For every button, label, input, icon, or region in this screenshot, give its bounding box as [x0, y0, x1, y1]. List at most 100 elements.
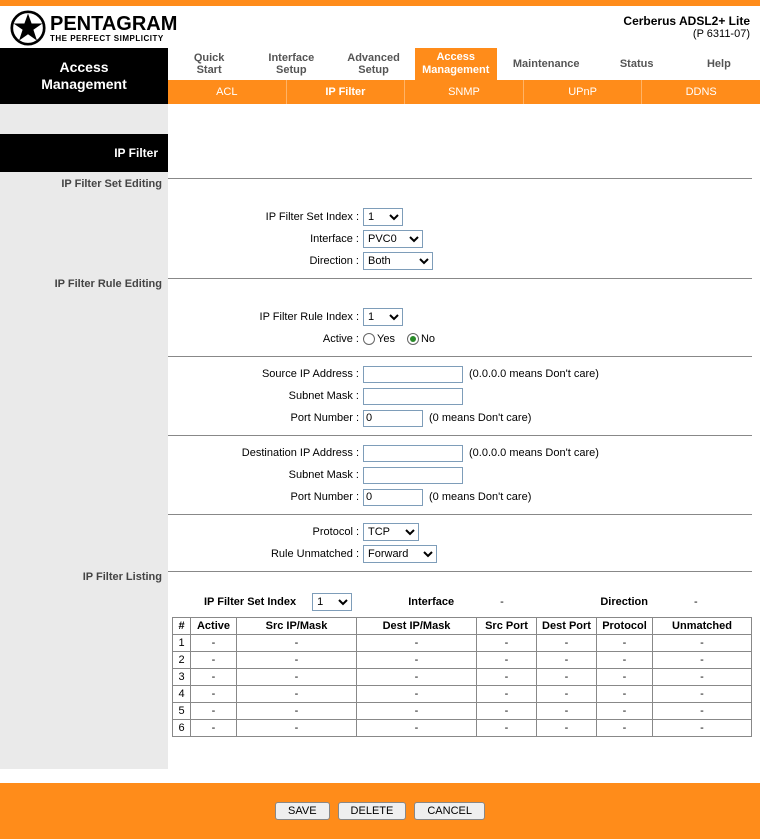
- cell: -: [597, 635, 653, 652]
- set-index-select[interactable]: 1: [363, 208, 403, 226]
- dst-ip-hint: (0.0.0.0 means Don't care): [469, 447, 599, 459]
- cell: 1: [173, 635, 191, 652]
- src-ip-hint: (0.0.0.0 means Don't care): [469, 368, 599, 380]
- dst-mask-label: Subnet Mask :: [168, 469, 363, 481]
- src-port-hint: (0 means Don't care): [429, 412, 531, 424]
- listing-set-index-select[interactable]: 1: [312, 593, 352, 611]
- row-src-ip: Source IP Address : (0.0.0.0 means Don't…: [168, 363, 760, 385]
- subtab-ip-filter[interactable]: IP Filter: [287, 80, 406, 104]
- section-set-editing: IP Filter Set Editing: [0, 172, 168, 196]
- listing-table: # Active Src IP/Mask Dest IP/Mask Src Po…: [172, 617, 752, 737]
- cell: -: [237, 686, 357, 703]
- save-button[interactable]: SAVE: [275, 802, 330, 820]
- cell: -: [477, 703, 537, 720]
- subtab-ddns[interactable]: DDNS: [642, 80, 760, 104]
- tab-help[interactable]: Help: [678, 48, 760, 80]
- cell: -: [653, 686, 752, 703]
- cell: -: [191, 635, 237, 652]
- device-name: Cerberus ADSL2+ Lite: [623, 14, 750, 28]
- footer-bar: SAVE DELETE CANCEL: [0, 783, 760, 839]
- col-src-port: Src Port: [477, 618, 537, 635]
- cell: 5: [173, 703, 191, 720]
- cell: -: [537, 720, 597, 737]
- interface-label: Interface :: [168, 233, 363, 245]
- listing-direction-label: Direction: [600, 596, 648, 608]
- subtab-acl[interactable]: ACL: [168, 80, 287, 104]
- tab-advanced-setup[interactable]: AdvancedSetup: [332, 48, 414, 80]
- cell: -: [357, 652, 477, 669]
- brand-title: PENTAGRAM: [50, 13, 177, 36]
- radio-icon: [363, 333, 375, 345]
- src-port-label: Port Number :: [168, 412, 363, 424]
- tab-interface-setup[interactable]: InterfaceSetup: [250, 48, 332, 80]
- cell: -: [191, 703, 237, 720]
- tab-maintenance[interactable]: Maintenance: [497, 48, 596, 80]
- dst-ip-label: Destination IP Address :: [168, 447, 363, 459]
- src-ip-input[interactable]: [363, 366, 463, 383]
- col-src: Src IP/Mask: [237, 618, 357, 635]
- src-port-input[interactable]: [363, 410, 423, 427]
- section-rule-editing: IP Filter Rule Editing: [0, 272, 168, 296]
- page-title: IP Filter: [0, 134, 168, 172]
- dst-ip-input[interactable]: [363, 445, 463, 462]
- row-direction: Direction : Both: [168, 250, 760, 272]
- listing-table-header: # Active Src IP/Mask Dest IP/Mask Src Po…: [173, 618, 752, 635]
- page-header: PENTAGRAM THE PERFECT SIMPLICITY Cerberu…: [0, 6, 760, 48]
- subtab-snmp[interactable]: SNMP: [405, 80, 524, 104]
- direction-label: Direction :: [168, 255, 363, 267]
- pentagram-star-icon: [10, 10, 46, 46]
- listing-interface-label: Interface: [408, 596, 454, 608]
- active-yes-option[interactable]: Yes: [363, 333, 395, 345]
- listing-interface-value: -: [500, 596, 504, 608]
- cell: -: [477, 635, 537, 652]
- cell: -: [191, 686, 237, 703]
- cell: -: [477, 652, 537, 669]
- row-src-mask: Subnet Mask :: [168, 385, 760, 407]
- cell: -: [237, 652, 357, 669]
- tab-access-management[interactable]: AccessManagement: [415, 48, 497, 80]
- cell: -: [537, 635, 597, 652]
- table-row: 5-------: [173, 703, 752, 720]
- cell: -: [653, 652, 752, 669]
- tab-status[interactable]: Status: [596, 48, 678, 80]
- cell: -: [477, 669, 537, 686]
- brand-tagline: THE PERFECT SIMPLICITY: [50, 34, 177, 43]
- protocol-select[interactable]: TCP: [363, 523, 419, 541]
- direction-select[interactable]: Both: [363, 252, 433, 270]
- cell: -: [357, 703, 477, 720]
- table-row: 3-------: [173, 669, 752, 686]
- listing-header: IP Filter Set Index 1 Interface - Direct…: [168, 589, 760, 617]
- src-mask-input[interactable]: [363, 388, 463, 405]
- subtab-upnp[interactable]: UPnP: [524, 80, 643, 104]
- cell: 2: [173, 652, 191, 669]
- set-index-label: IP Filter Set Index :: [168, 211, 363, 223]
- row-set-index: IP Filter Set Index : 1: [168, 206, 760, 228]
- cell: -: [537, 703, 597, 720]
- table-row: 6-------: [173, 720, 752, 737]
- cell: -: [357, 686, 477, 703]
- col-unmatched: Unmatched: [653, 618, 752, 635]
- cell: -: [653, 703, 752, 720]
- active-no-label: No: [421, 333, 435, 345]
- rule-index-select[interactable]: 1: [363, 308, 403, 326]
- unmatched-select[interactable]: Forward: [363, 545, 437, 563]
- radio-checked-icon: [407, 333, 419, 345]
- dst-mask-input[interactable]: [363, 467, 463, 484]
- row-src-port: Port Number : (0 means Don't care): [168, 407, 760, 429]
- cell: -: [597, 703, 653, 720]
- active-label: Active :: [168, 333, 363, 345]
- cell: -: [357, 635, 477, 652]
- protocol-label: Protocol :: [168, 526, 363, 538]
- dst-port-input[interactable]: [363, 489, 423, 506]
- interface-select[interactable]: PVC0: [363, 230, 423, 248]
- table-row: 1-------: [173, 635, 752, 652]
- row-rule-index: IP Filter Rule Index : 1: [168, 306, 760, 328]
- dst-port-hint: (0 means Don't care): [429, 491, 531, 503]
- cancel-button[interactable]: CANCEL: [414, 802, 485, 820]
- active-no-option[interactable]: No: [407, 333, 435, 345]
- cell: -: [357, 669, 477, 686]
- brand-logo: PENTAGRAM THE PERFECT SIMPLICITY: [10, 10, 177, 46]
- delete-button[interactable]: DELETE: [338, 802, 407, 820]
- tab-quick-start[interactable]: QuickStart: [168, 48, 250, 80]
- cell: -: [537, 686, 597, 703]
